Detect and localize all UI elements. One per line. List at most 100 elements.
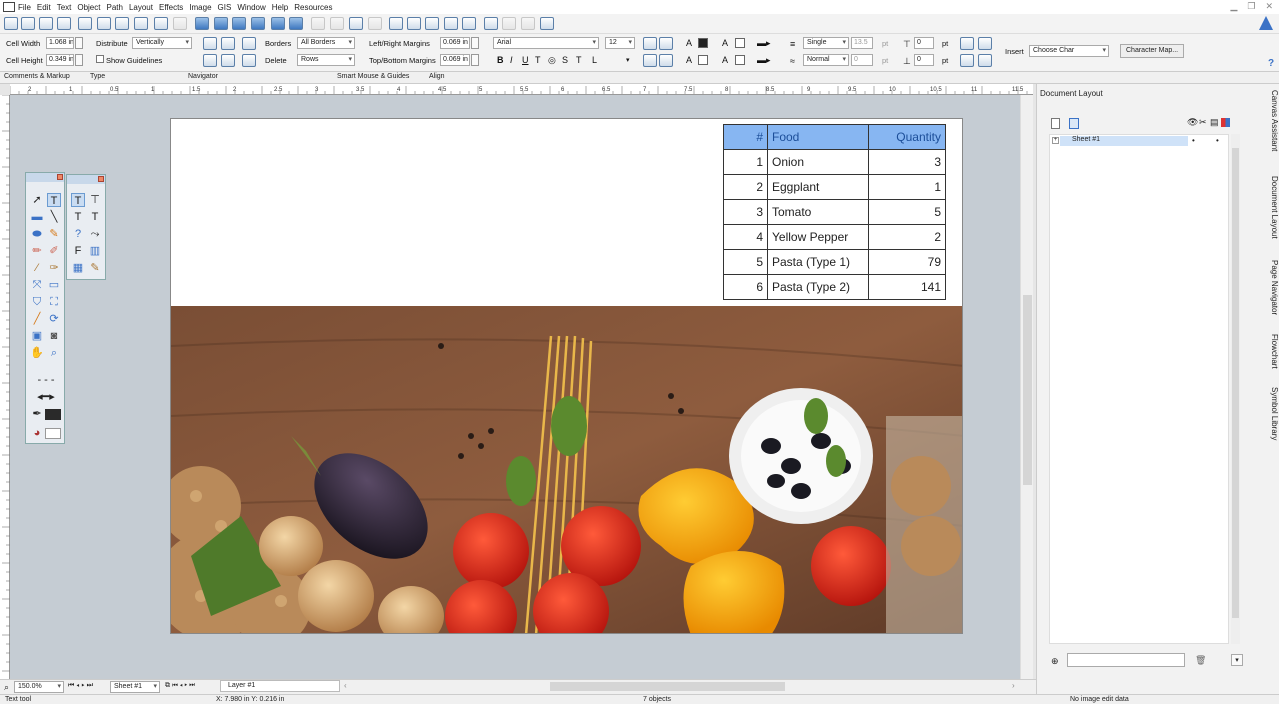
row-quantity[interactable]: 79 <box>868 249 946 275</box>
new-document-icon[interactable] <box>4 17 18 30</box>
graph-icon[interactable] <box>521 17 535 30</box>
vertical-text-tool-icon[interactable]: T <box>71 210 85 224</box>
fill-color-icon[interactable]: A <box>722 55 728 65</box>
format-painter-tool-icon[interactable]: ✎ <box>88 261 102 275</box>
table-layout-1-icon[interactable] <box>203 37 217 50</box>
character-map-button[interactable]: Character Map... <box>1120 44 1185 58</box>
bring-to-front-icon[interactable] <box>195 17 209 30</box>
duplicate-sheet-icon[interactable] <box>1069 118 1079 129</box>
image-tool-icon[interactable]: ▣ <box>30 329 44 343</box>
rectangle-tool-icon[interactable]: ▬ <box>30 210 44 224</box>
strikethrough-icon[interactable]: T <box>535 55 541 65</box>
line-color-swatch[interactable] <box>735 38 745 48</box>
delete-sheet-icon[interactable]: 🗑 <box>1195 655 1206 666</box>
line-color-well[interactable] <box>45 409 61 420</box>
hand-tool-icon[interactable]: ✋ <box>30 346 44 360</box>
symbol-library-tab[interactable]: Symbol Library <box>1265 387 1279 440</box>
menu-help[interactable]: Help <box>269 3 291 12</box>
fill-bucket-icon[interactable]: ◕ <box>30 426 44 440</box>
subscript-icon[interactable]: L <box>592 55 597 65</box>
row-food[interactable]: Tomato <box>767 199 869 225</box>
table-layout-5-icon[interactable] <box>221 54 235 67</box>
barcode-tool-icon[interactable]: ▥ <box>88 244 102 258</box>
chart-icon[interactable] <box>540 17 554 30</box>
lr-margins-spinner[interactable] <box>471 37 479 49</box>
send-to-back-icon[interactable] <box>251 17 265 30</box>
row-quantity[interactable]: 141 <box>868 274 946 300</box>
table-layout-4-icon[interactable] <box>203 54 217 67</box>
cell-width-field[interactable]: 1.068 in <box>46 37 74 49</box>
row-number[interactable]: 1 <box>723 149 768 175</box>
new-sheet-icon[interactable] <box>1051 118 1060 129</box>
row-number[interactable]: 6 <box>723 274 768 300</box>
binoculars-icon[interactable]: ⊕ <box>1051 656 1059 667</box>
palette-close-icon[interactable] <box>98 176 104 182</box>
edit-lock-icon[interactable]: ✂ <box>1199 117 1207 128</box>
lr-margins-field[interactable]: 0.069 in <box>440 37 470 49</box>
text-path-tool-icon[interactable]: T <box>88 210 102 224</box>
close-icon[interactable]: ✕ <box>1265 1 1273 12</box>
sheet-print-dot[interactable]: • <box>1216 136 1219 145</box>
lock-icon[interactable] <box>349 17 363 30</box>
scroll-thumb[interactable] <box>1023 295 1032 485</box>
text-bg-color-swatch[interactable] <box>698 55 708 65</box>
align-text-center-icon[interactable] <box>643 54 657 67</box>
marker-tool-icon[interactable]: ✑ <box>47 261 61 275</box>
blend-offset-field[interactable]: 0 <box>851 54 873 66</box>
insert-char-select[interactable]: Choose Char <box>1029 45 1109 57</box>
arrow-style-2-icon[interactable]: ▬▸ <box>757 55 771 66</box>
panel-scrollbar[interactable] <box>1231 134 1240 644</box>
sheet-select[interactable]: Sheet #1 <box>110 681 160 693</box>
food-table[interactable]: # Food Quantity 1 Onion 3 2 Eggplant 1 3 Toma… <box>723 124 946 300</box>
row-number[interactable]: 2 <box>723 174 768 200</box>
smart-fill-tool-icon[interactable]: ⛶ <box>47 295 61 309</box>
table-layout-6-icon[interactable] <box>242 54 256 67</box>
cell-height-field[interactable]: 0.349 in <box>46 54 74 66</box>
menu-file[interactable]: File <box>15 3 34 12</box>
print-preview-icon[interactable] <box>78 17 92 30</box>
table-tool-icon[interactable]: ▦ <box>71 261 85 275</box>
text-bg-color-icon[interactable]: A <box>686 55 692 65</box>
align-right-icon[interactable] <box>425 17 439 30</box>
superscript-icon[interactable]: T <box>576 55 582 65</box>
row-food[interactable]: Onion <box>767 149 869 175</box>
page-navigator-tab[interactable]: Page Navigator <box>1265 260 1279 315</box>
brush-tool-icon[interactable]: ✐ <box>47 244 61 258</box>
arrow-style-icon[interactable]: ▬▸ <box>757 38 771 49</box>
food-photo[interactable] <box>171 306 962 633</box>
pen-color-icon[interactable]: ✒ <box>30 407 44 421</box>
fill-tool-icon[interactable]: ⛉ <box>30 295 44 309</box>
row-food[interactable]: Pasta (Type 2) <box>767 274 869 300</box>
smart-mouse-guides-tab[interactable]: Smart Mouse & Guides <box>337 73 409 80</box>
arrowhead-style-icon[interactable]: ◂━▸ <box>32 390 60 404</box>
copy-icon[interactable] <box>115 17 129 30</box>
align-tab[interactable]: Align <box>429 73 445 80</box>
row-number[interactable]: 4 <box>723 224 768 250</box>
table-layout-3-icon[interactable] <box>242 37 256 50</box>
eraser-tool-icon[interactable]: ▭ <box>47 278 61 292</box>
group-icon[interactable] <box>271 17 285 30</box>
text-color-swatch[interactable] <box>698 38 708 48</box>
text-tool-icon[interactable]: T <box>47 193 61 207</box>
paragraph-align-3-icon[interactable] <box>960 54 974 67</box>
dropper-tool-icon[interactable]: ⁄ <box>30 261 44 275</box>
document-layout-tab[interactable]: Document Layout <box>1265 176 1279 239</box>
document-page[interactable]: # Food Quantity 1 Onion 3 2 Eggplant 1 3 Toma… <box>170 118 963 634</box>
line-tool-icon[interactable]: ╲ <box>47 210 61 224</box>
zoom-select[interactable]: 150.0% <box>14 681 64 693</box>
row-food[interactable]: Eggplant <box>767 174 869 200</box>
cut-icon[interactable] <box>97 17 111 30</box>
paste-icon[interactable] <box>134 17 148 30</box>
panel-menu-chevron-icon[interactable]: ▾ <box>1231 654 1243 666</box>
row-quantity[interactable]: 1 <box>868 174 946 200</box>
header-quantity[interactable]: Quantity <box>868 124 946 150</box>
pen-tool-icon[interactable]: ✎ <box>47 227 61 241</box>
canvas-assistant-tab[interactable]: Canvas Assistant <box>1265 90 1279 151</box>
underline-button[interactable]: U <box>522 55 529 65</box>
unlock-icon[interactable] <box>368 17 382 30</box>
help-icon[interactable]: ? <box>1268 58 1274 69</box>
flip-icon[interactable] <box>462 17 476 30</box>
paragraph-align-4-icon[interactable] <box>978 54 992 67</box>
send-backward-icon[interactable] <box>232 17 246 30</box>
menu-object[interactable]: Object <box>74 3 103 12</box>
